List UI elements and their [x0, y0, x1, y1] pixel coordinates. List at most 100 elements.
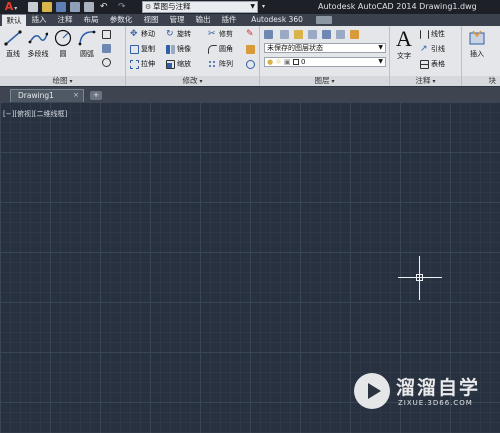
chevron-down-icon: ▾ — [331, 78, 335, 85]
scale-label: 缩放 — [177, 60, 191, 68]
stretch-button[interactable]: 拉伸 — [130, 59, 155, 70]
text-icon: A — [396, 26, 412, 51]
layer-tool-icon — [294, 29, 303, 39]
linear-dimension-button[interactable]: 线性 — [420, 29, 445, 40]
chevron-down-icon: ▼ — [378, 58, 383, 65]
tab-output[interactable]: 输出 — [192, 14, 214, 26]
rotate-button[interactable]: ↻ 旋转 — [166, 29, 191, 40]
offset-button[interactable] — [246, 59, 257, 70]
rotate-icon: ↻ — [166, 28, 174, 39]
layer-tool-6-button[interactable] — [350, 29, 361, 40]
ellipse-icon — [102, 57, 111, 67]
close-icon[interactable]: × — [73, 90, 79, 101]
array-icon — [208, 59, 217, 69]
ribbon: 直线 多段线 圆 圆弧 绘图 ▾ ✥ 移动 ↻ 旋转 ✂ 修剪 复制 镜像 圆角 拉伸 … — [0, 26, 500, 86]
scale-button[interactable]: 缩放 — [166, 59, 191, 70]
layer-tool-icon — [308, 29, 317, 39]
tab-view[interactable]: 视图 — [140, 14, 162, 26]
line-button[interactable]: 直线 — [2, 28, 24, 59]
tab-parametric[interactable]: 参数化 — [106, 14, 136, 26]
table-label: 表格 — [431, 60, 445, 68]
hatch-button[interactable] — [102, 43, 113, 54]
linear-dimension-icon — [420, 29, 429, 39]
file-tab-drawing1[interactable]: Drawing1 × — [10, 89, 84, 102]
layer-tool-icon — [322, 29, 331, 39]
workspace-select[interactable]: ⚙ 草图与注释 ▼ — [142, 1, 258, 13]
explode-button[interactable] — [246, 44, 257, 55]
new-file-icon[interactable] — [28, 2, 38, 12]
tab-insert[interactable]: 插入 — [28, 14, 50, 26]
linear-label: 线性 — [431, 30, 445, 38]
circle-label: 圆 — [59, 50, 67, 58]
current-layer-select[interactable]: ● ☼ ▣ 0 ▼ — [264, 57, 386, 67]
chevron-down-icon: ▾ — [199, 78, 203, 85]
fillet-icon — [208, 44, 217, 54]
leader-icon: ↗ — [420, 43, 428, 54]
stretch-label: 拉伸 — [141, 60, 155, 68]
title-bar: A▾ ↶ ↷ ⚙ 草图与注释 ▼ ▾ Autodesk AutoCAD 2014… — [0, 0, 500, 14]
block-panel-title[interactable]: 块 — [462, 76, 500, 86]
polyline-button[interactable]: 多段线 — [25, 28, 51, 59]
insert-block-button[interactable]: 插入 — [464, 28, 490, 59]
draw-panel-title[interactable]: 绘图 ▾ — [0, 76, 125, 86]
chevron-down-icon: ▾ — [432, 78, 436, 85]
layer-tool-icon — [350, 29, 359, 39]
customize-quick-access-icon[interactable]: ▾ — [262, 2, 270, 12]
layer-tool-3-button[interactable] — [308, 29, 319, 40]
open-file-icon[interactable] — [42, 2, 52, 12]
offset-icon — [246, 59, 255, 69]
move-button[interactable]: ✥ 移动 — [130, 29, 155, 40]
layer-state-select[interactable]: 未保存的图层状态 ▼ — [264, 43, 386, 53]
tab-manage[interactable]: 管理 — [166, 14, 188, 26]
mirror-icon — [166, 44, 175, 54]
tab-annotate[interactable]: 注释 — [54, 14, 76, 26]
play-logo-icon — [354, 373, 390, 409]
layers-panel-title[interactable]: 图层 ▾ — [260, 76, 389, 86]
mirror-button[interactable]: 镜像 — [166, 44, 191, 55]
fillet-label: 圆角 — [219, 45, 233, 53]
modify-panel: ✥ 移动 ↻ 旋转 ✂ 修剪 复制 镜像 圆角 拉伸 缩放 阵列 ✎ 修改 ▾ — [126, 26, 260, 86]
application-menu-button[interactable]: A▾ — [1, 1, 21, 13]
layer-tool-5-button[interactable] — [336, 29, 347, 40]
chevron-down-icon: ▾ — [69, 78, 73, 85]
save-as-icon[interactable] — [70, 2, 80, 12]
circle-button[interactable]: 圆 — [52, 28, 74, 59]
tab-plugins[interactable]: 插件 — [218, 14, 240, 26]
fillet-button[interactable]: 圆角 — [208, 44, 233, 55]
table-icon — [420, 59, 429, 69]
new-tab-button[interactable]: + — [90, 91, 102, 100]
layer-tool-2-button[interactable] — [294, 29, 305, 40]
leader-button[interactable]: ↗ 引线 — [420, 44, 445, 55]
lightbulb-icon: ● — [267, 58, 274, 66]
layer-properties-button[interactable] — [264, 29, 275, 40]
watermark-url: ZIXUE.3D66.COM — [398, 399, 473, 407]
rectangle-button[interactable] — [102, 29, 113, 40]
copy-button[interactable]: 复制 — [130, 44, 155, 55]
text-button[interactable]: A 文字 — [393, 28, 415, 61]
trim-button[interactable]: ✂ 修剪 — [208, 29, 233, 40]
modify-panel-title[interactable]: 修改 ▾ — [126, 76, 259, 86]
layer-tool-4-button[interactable] — [322, 29, 333, 40]
print-icon[interactable] — [84, 2, 94, 12]
tab-autodesk-360[interactable]: Autodesk 360 — [246, 14, 308, 26]
tab-default[interactable]: 默认 — [2, 14, 26, 26]
erase-button[interactable]: ✎ — [246, 29, 257, 40]
viewport-controls[interactable]: [−][俯视][二维线框] — [3, 109, 67, 119]
window-title: Autodesk AutoCAD 2014 Drawing1.dwg — [318, 2, 477, 11]
video-tab-icon[interactable] — [316, 16, 332, 24]
annotation-panel-title-text: 注释 — [415, 76, 431, 85]
annotation-panel: A 文字 线性 ↗ 引线 表格 注释 ▾ — [390, 26, 462, 86]
arc-button[interactable]: 圆弧 — [76, 28, 98, 59]
undo-icon[interactable]: ↶ — [100, 2, 112, 12]
ellipse-button[interactable] — [102, 57, 113, 68]
redo-icon[interactable]: ↷ — [118, 2, 130, 12]
table-button[interactable]: 表格 — [420, 59, 445, 70]
tab-layout[interactable]: 布局 — [80, 14, 102, 26]
insert-label: 插入 — [470, 50, 484, 58]
annotation-panel-title[interactable]: 注释 ▾ — [390, 76, 461, 86]
array-button[interactable]: 阵列 — [208, 59, 233, 70]
line-label: 直线 — [6, 50, 20, 58]
layer-tool-1-button[interactable] — [280, 29, 291, 40]
save-icon[interactable] — [56, 2, 66, 12]
modify-panel-title-text: 修改 — [182, 76, 198, 85]
